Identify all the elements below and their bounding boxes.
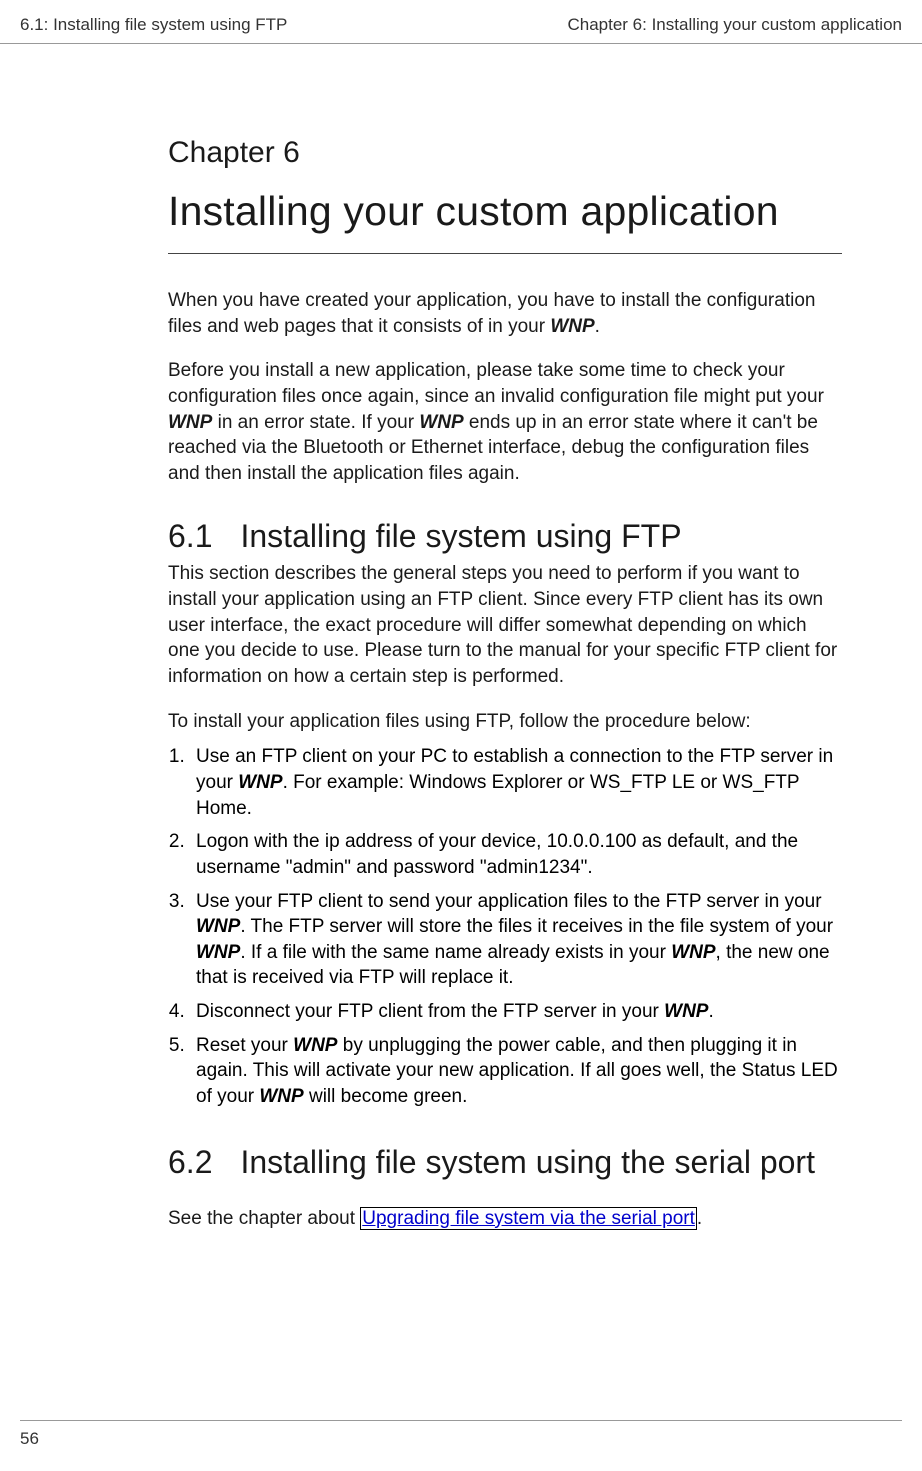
text: Use your FTP client to send your applica… (196, 891, 822, 912)
title-divider (168, 253, 842, 254)
text: Reset your (196, 1035, 293, 1056)
header-left: 6.1: Installing file system using FTP (20, 15, 287, 35)
text: in an error state. If your (212, 412, 419, 433)
text: . The FTP server will store the files it… (240, 916, 833, 937)
section-6-1-paragraph-2: To install your application files using … (168, 709, 842, 735)
text: See the chapter about (168, 1208, 360, 1229)
page-content: Chapter 6 Installing your custom applica… (0, 44, 922, 1231)
text: Before you install a new application, pl… (168, 360, 824, 407)
section-6-2-paragraph: See the chapter about Upgrading file sys… (168, 1206, 842, 1232)
product-name: WNP (293, 1035, 337, 1056)
chapter-label: Chapter 6 (168, 136, 842, 170)
cross-reference-link[interactable]: Upgrading file system via the serial por… (360, 1207, 697, 1230)
section-number: 6.2 (168, 1144, 212, 1180)
product-name: WNP (550, 316, 594, 337)
text: . (697, 1208, 702, 1229)
section-number: 6.1 (168, 518, 212, 554)
section-title: Installing file system using the serial … (240, 1144, 814, 1180)
chapter-title: Installing your custom application (168, 188, 842, 235)
list-item: Reset your WNP by unplugging the power c… (190, 1033, 842, 1110)
list-item: Logon with the ip address of your device… (190, 829, 842, 880)
product-name: WNP (168, 412, 212, 433)
section-title: Installing file system using FTP (240, 518, 681, 554)
list-item: Use an FTP client on your PC to establis… (190, 744, 842, 821)
page-footer: 56 (20, 1420, 902, 1449)
intro-paragraph-2: Before you install a new application, pl… (168, 358, 842, 486)
text: . (708, 1001, 713, 1022)
list-item: Disconnect your FTP client from the FTP … (190, 999, 842, 1025)
page-number: 56 (20, 1429, 39, 1448)
text: . (595, 316, 600, 337)
product-name: WNP (196, 942, 240, 963)
header-right: Chapter 6: Installing your custom applic… (567, 15, 902, 35)
intro-paragraph-1: When you have created your application, … (168, 288, 842, 339)
section-6-1-heading: 6.1 Installing file system using FTP (168, 518, 842, 555)
text: When you have created your application, … (168, 290, 815, 337)
text: . If a file with the same name already e… (240, 942, 671, 963)
text: Disconnect your FTP client from the FTP … (196, 1001, 664, 1022)
text: . For example: Windows Explorer or WS_FT… (196, 772, 799, 819)
procedure-list: Use an FTP client on your PC to establis… (168, 744, 842, 1109)
product-name: WNP (196, 916, 240, 937)
product-name: WNP (419, 412, 463, 433)
page-header: 6.1: Installing file system using FTP Ch… (0, 0, 922, 44)
text: will become green. (304, 1086, 468, 1107)
section-6-1-paragraph-1: This section describes the general steps… (168, 561, 842, 689)
product-name: WNP (664, 1001, 708, 1022)
product-name: WNP (259, 1086, 303, 1107)
list-item: Use your FTP client to send your applica… (190, 889, 842, 992)
section-6-2-heading: 6.2 Installing file system using the seri… (168, 1142, 842, 1182)
product-name: WNP (238, 772, 282, 793)
product-name: WNP (671, 942, 715, 963)
